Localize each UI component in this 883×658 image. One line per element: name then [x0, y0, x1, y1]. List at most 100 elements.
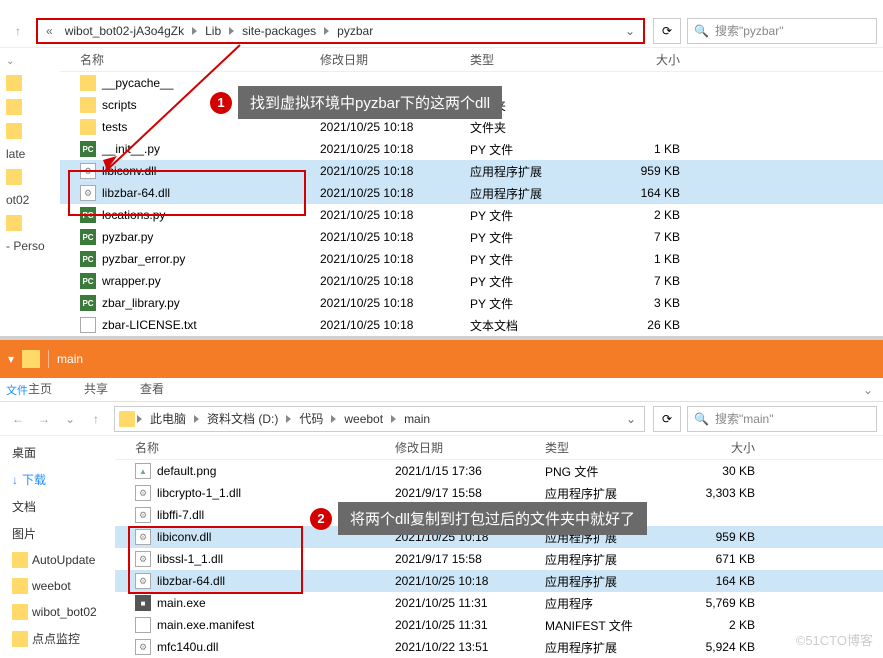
dll-icon: ⚙: [135, 529, 151, 545]
file-row[interactable]: ⚙libssl-1_1.dll2021/9/17 15:58应用程序扩展671 …: [115, 548, 883, 570]
file-row[interactable]: main.exe.manifest2021/10/25 11:31MANIFES…: [115, 614, 883, 636]
dropdown-chevron-icon[interactable]: ⌄: [621, 24, 639, 38]
forward-button[interactable]: →: [32, 407, 56, 431]
refresh-button[interactable]: ⟳: [653, 18, 681, 44]
file-row[interactable]: PCpyzbar_error.py2021/10/25 10:18PY 文件1 …: [60, 248, 883, 270]
py-icon: PC: [80, 207, 96, 223]
explorer-window-1: ↑ « wibot_bot02-jA3o4gZk Lib site-packag…: [0, 0, 883, 336]
dll-icon: ⚙: [135, 639, 151, 655]
file-size: 26 KB: [610, 318, 700, 332]
file-tab[interactable]: 文件: [6, 382, 28, 398]
column-headers[interactable]: 名称 修改日期 类型 大小: [60, 48, 883, 72]
file-size: 1 KB: [610, 142, 700, 156]
nav-item[interactable]: late: [4, 145, 56, 163]
search-input[interactable]: 🔍 搜索"main": [687, 406, 877, 432]
file-row[interactable]: ⚙libiconv.dll2021/10/25 10:18应用程序扩展959 K…: [60, 160, 883, 182]
file-row[interactable]: tests2021/10/25 10:18文件夹: [60, 116, 883, 138]
nav-item-desktop[interactable]: 桌面: [10, 442, 105, 463]
file-row[interactable]: ⚙mfc140u.dll2021/10/22 13:51应用程序扩展5,924 …: [115, 636, 883, 658]
file-row[interactable]: ■main.exe2021/10/25 11:31应用程序5,769 KB: [115, 592, 883, 614]
dropdown-chevron-icon[interactable]: ⌄: [622, 412, 640, 426]
refresh-button[interactable]: ⟳: [653, 406, 681, 432]
history-chevron-icon[interactable]: «: [42, 24, 57, 38]
exe-icon: ■: [135, 595, 151, 611]
nav-pane[interactable]: 桌面 ↓ 下载 文档 图片 AutoUpdate weebot wibot_bo…: [0, 436, 115, 658]
file-row[interactable]: PCpyzbar.py2021/10/25 10:18PY 文件7 KB: [60, 226, 883, 248]
file-row[interactable]: ▲default.png2021/1/15 17:36PNG 文件30 KB: [115, 460, 883, 482]
nav-item-documents[interactable]: 文档: [10, 496, 105, 517]
nav-item[interactable]: 点点监控: [10, 628, 105, 649]
file-row[interactable]: PCzbar_library.py2021/10/25 10:18PY 文件3 …: [60, 292, 883, 314]
nav-item[interactable]: [4, 167, 56, 187]
py-icon: PC: [80, 141, 96, 157]
file-row[interactable]: zbar-LICENSE.txt2021/10/25 10:18文本文档26 K…: [60, 314, 883, 336]
py-icon: PC: [80, 229, 96, 245]
crumb-item[interactable]: main: [398, 410, 436, 428]
file-size: 3 KB: [610, 296, 700, 310]
crumb-item[interactable]: 此电脑: [144, 408, 192, 429]
nav-item[interactable]: [4, 97, 56, 117]
nav-item-downloads[interactable]: ↓ 下载: [10, 469, 105, 490]
crumb-item[interactable]: site-packages: [236, 22, 322, 40]
col-type[interactable]: 类型: [470, 51, 610, 68]
nav-item[interactable]: wibot_bot02: [10, 602, 105, 622]
file-size: 164 KB: [610, 186, 700, 200]
crumb-item[interactable]: 代码: [293, 408, 329, 429]
breadcrumb[interactable]: « wibot_bot02-jA3o4gZk Lib site-packages…: [36, 18, 645, 44]
file-row[interactable]: ⚙libcrypto-1_1.dll2021/9/17 15:58应用程序扩展3…: [115, 482, 883, 504]
file-name: wrapper.py: [102, 274, 161, 288]
col-size[interactable]: 大小: [610, 51, 700, 68]
chevron-right-icon: [286, 415, 291, 423]
search-placeholder: 搜索"pyzbar": [715, 22, 784, 39]
py-icon: PC: [80, 295, 96, 311]
crumb-item[interactable]: wibot_bot02-jA3o4gZk: [59, 22, 190, 40]
nav-item[interactable]: [4, 213, 56, 233]
folder-icon: [6, 123, 22, 139]
crumb-item[interactable]: weebot: [338, 410, 389, 428]
file-date: 2021/10/25 10:18: [320, 164, 470, 178]
col-type[interactable]: 类型: [545, 439, 685, 456]
nav-item[interactable]: weebot: [10, 576, 105, 596]
file-size: 7 KB: [610, 274, 700, 288]
nav-item-pictures[interactable]: 图片: [10, 523, 105, 544]
tab-share[interactable]: 共享: [76, 376, 116, 401]
col-size[interactable]: 大小: [685, 439, 775, 456]
crumb-item[interactable]: pyzbar: [331, 22, 379, 40]
file-row[interactable]: ⚙libzbar-64.dll2021/10/25 10:18应用程序扩展164…: [60, 182, 883, 204]
column-headers[interactable]: 名称 修改日期 类型 大小: [115, 436, 883, 460]
file-row[interactable]: PClocations.py2021/10/25 10:18PY 文件2 KB: [60, 204, 883, 226]
file-size: 5,924 KB: [685, 640, 775, 654]
file-row[interactable]: ⚙libzbar-64.dll2021/10/25 10:18应用程序扩展164…: [115, 570, 883, 592]
file-row[interactable]: PCwrapper.py2021/10/25 10:18PY 文件7 KB: [60, 270, 883, 292]
col-name[interactable]: 名称: [60, 51, 320, 68]
back-button[interactable]: ←: [6, 407, 30, 431]
file-size: 959 KB: [685, 530, 775, 544]
folder-icon: [6, 169, 22, 185]
nav-item[interactable]: ot02: [4, 191, 56, 209]
file-type: MANIFEST 文件: [545, 617, 685, 634]
nav-item[interactable]: [4, 73, 56, 93]
nav-item[interactable]: - Perso: [4, 237, 56, 255]
up-button[interactable]: ↑: [84, 407, 108, 431]
nav-pane[interactable]: ⌄ late ot02 - Perso: [0, 48, 60, 336]
col-name[interactable]: 名称: [115, 439, 395, 456]
nav-item[interactable]: ⌄: [4, 54, 56, 69]
history-dropdown[interactable]: ⌄: [58, 407, 82, 431]
file-date: 2021/9/17 15:58: [395, 552, 545, 566]
file-row[interactable]: PC__init__.py2021/10/25 10:18PY 文件1 KB: [60, 138, 883, 160]
up-button[interactable]: ↑: [6, 19, 30, 43]
file-date: 2021/10/25 10:18: [320, 318, 470, 332]
nav-item[interactable]: [4, 121, 56, 141]
file-date: 2021/9/17 15:58: [395, 486, 545, 500]
nav-item[interactable]: AutoUpdate: [10, 550, 105, 570]
window-title: main: [57, 352, 83, 366]
col-date[interactable]: 修改日期: [395, 439, 545, 456]
search-input[interactable]: 🔍 搜索"pyzbar": [687, 18, 877, 44]
col-date[interactable]: 修改日期: [320, 51, 470, 68]
breadcrumb[interactable]: 此电脑 资料文档 (D:) 代码 weebot main ⌄: [114, 406, 645, 432]
crumb-item[interactable]: Lib: [199, 22, 227, 40]
crumb-item[interactable]: 资料文档 (D:): [201, 408, 284, 429]
back-button[interactable]: ▾: [8, 352, 14, 366]
expand-ribbon-icon[interactable]: ⌄: [853, 379, 883, 401]
tab-view[interactable]: 查看: [132, 376, 172, 401]
